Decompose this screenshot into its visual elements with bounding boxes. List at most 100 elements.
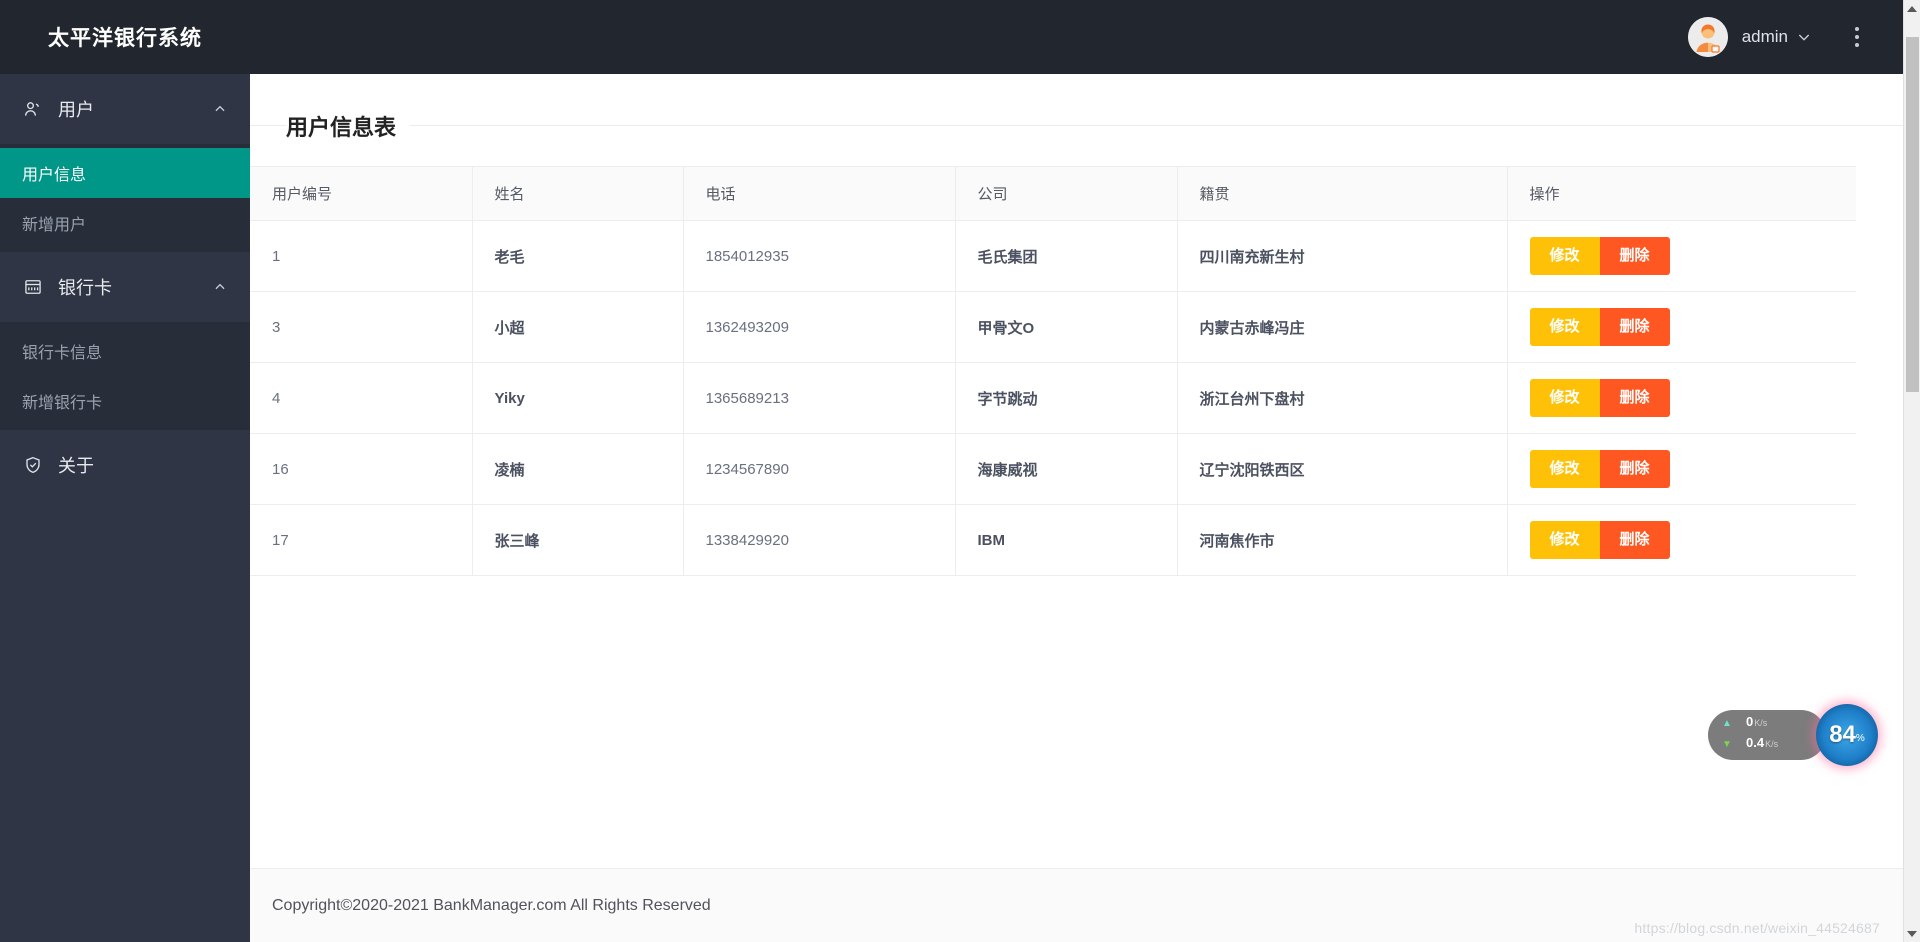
user-table-card: 用户信息表 用户编号 姓名 电话 公司 籍贯 操作 1 老毛 185401293… bbox=[250, 74, 1920, 576]
sidebar-item-user-info[interactable]: 用户信息 bbox=[0, 148, 250, 198]
credit-card-icon bbox=[22, 276, 44, 298]
cell-actions: 修改 删除 bbox=[1507, 291, 1856, 363]
chevron-down-icon[interactable] bbox=[1796, 29, 1812, 45]
sidebar-item-add-user[interactable]: 新增用户 bbox=[0, 198, 250, 248]
table-row: 16 凌楠 1234567890 海康威视 辽宁沈阳铁西区 修改 删除 bbox=[250, 433, 1856, 505]
sidebar-group-users-label: 用户 bbox=[58, 100, 94, 120]
row-action-group: 修改 删除 bbox=[1529, 521, 1670, 559]
arrow-down-icon bbox=[1907, 930, 1917, 937]
user-table: 用户编号 姓名 电话 公司 籍贯 操作 1 老毛 1854012935 毛氏集团… bbox=[250, 166, 1856, 576]
sidebar-subnav-bankcard: 银行卡信息 新增银行卡 bbox=[0, 322, 250, 430]
main-column: admin 用户信息表 用户编号 姓名 电话 公司 籍贯 操作 1 老毛 185… bbox=[250, 0, 1920, 942]
cell-id: 1 bbox=[250, 220, 473, 292]
table-row: 17 张三峰 1338429920 IBM 河南焦作市 修改 删除 bbox=[250, 504, 1856, 576]
edit-button[interactable]: 修改 bbox=[1529, 237, 1600, 275]
cell-name: 凌楠 bbox=[472, 433, 684, 505]
cell-company: 甲骨文O bbox=[955, 291, 1178, 363]
cell-actions: 修改 删除 bbox=[1507, 504, 1856, 576]
cell-origin: 辽宁沈阳铁西区 bbox=[1177, 433, 1508, 505]
delete-button[interactable]: 删除 bbox=[1599, 450, 1670, 488]
row-action-group: 修改 删除 bbox=[1529, 308, 1670, 346]
sidebar-item-add-bankcard-label: 新增银行卡 bbox=[22, 395, 103, 412]
card-title-wrap: 用户信息表 bbox=[250, 74, 1920, 142]
sidebar-item-bankcard-info-label: 银行卡信息 bbox=[22, 345, 103, 362]
delete-button[interactable]: 删除 bbox=[1599, 379, 1670, 417]
column-header-id: 用户编号 bbox=[250, 166, 473, 221]
cell-origin: 河南焦作市 bbox=[1177, 504, 1508, 576]
cell-phone: 1234567890 bbox=[683, 433, 956, 505]
column-header-phone: 电话 bbox=[683, 166, 956, 221]
edit-button[interactable]: 修改 bbox=[1529, 379, 1600, 417]
cell-company: 字节跳动 bbox=[955, 362, 1178, 434]
edit-button[interactable]: 修改 bbox=[1529, 308, 1600, 346]
sidebar-filler bbox=[0, 500, 250, 942]
column-header-name: 姓名 bbox=[472, 166, 684, 221]
arrow-up-icon bbox=[1907, 5, 1917, 12]
column-header-actions: 操作 bbox=[1507, 166, 1856, 221]
chevron-up-icon bbox=[212, 279, 228, 295]
delete-button[interactable]: 删除 bbox=[1599, 237, 1670, 275]
cell-phone: 1854012935 bbox=[683, 220, 956, 292]
cell-actions: 修改 删除 bbox=[1507, 220, 1856, 292]
table-row: 1 老毛 1854012935 毛氏集团 四川南充新生村 修改 删除 bbox=[250, 220, 1856, 292]
table-row: 4 Yiky 1365689213 字节跳动 浙江台州下盘村 修改 删除 bbox=[250, 362, 1856, 434]
sidebar-item-about[interactable]: 关于 bbox=[0, 430, 250, 500]
delete-button[interactable]: 删除 bbox=[1599, 308, 1670, 346]
cell-origin: 内蒙古赤峰冯庄 bbox=[1177, 291, 1508, 363]
delete-button[interactable]: 删除 bbox=[1599, 521, 1670, 559]
sidebar-item-add-user-label: 新增用户 bbox=[22, 217, 87, 234]
cell-company: 海康威视 bbox=[955, 433, 1178, 505]
cell-name: 老毛 bbox=[472, 220, 684, 292]
cell-phone: 1365689213 bbox=[683, 362, 956, 434]
scroll-down-button[interactable] bbox=[1903, 925, 1920, 942]
sidebar: 太平洋银行系统 用户 用户信息 新增用户 银行卡 银行卡信息 新增银行卡 关于 bbox=[0, 0, 250, 942]
cell-id: 16 bbox=[250, 433, 473, 505]
cell-actions: 修改 删除 bbox=[1507, 433, 1856, 505]
shield-check-icon bbox=[22, 454, 44, 476]
edit-button[interactable]: 修改 bbox=[1529, 521, 1600, 559]
app-brand-title: 太平洋银行系统 bbox=[0, 0, 250, 74]
cell-phone: 1362493209 bbox=[683, 291, 956, 363]
cell-origin: 四川南充新生村 bbox=[1177, 220, 1508, 292]
sidebar-item-bankcard-info[interactable]: 银行卡信息 bbox=[0, 326, 250, 376]
avatar[interactable] bbox=[1687, 17, 1728, 57]
scrollbar-track[interactable] bbox=[1904, 17, 1920, 925]
row-action-group: 修改 删除 bbox=[1529, 237, 1670, 275]
table-row: 3 小超 1362493209 甲骨文O 内蒙古赤峰冯庄 修改 删除 bbox=[250, 291, 1856, 363]
user-table-head: 用户编号 姓名 电话 公司 籍贯 操作 bbox=[250, 166, 1856, 221]
column-header-origin: 籍贯 bbox=[1177, 166, 1508, 221]
sidebar-group-bankcard-label: 银行卡 bbox=[58, 278, 112, 298]
cell-company: IBM bbox=[955, 504, 1178, 576]
sidebar-group-users[interactable]: 用户 bbox=[0, 74, 250, 144]
cell-id: 4 bbox=[250, 362, 473, 434]
row-action-group: 修改 删除 bbox=[1529, 379, 1670, 417]
title-divider bbox=[250, 125, 1920, 126]
page-scrollbar[interactable] bbox=[1903, 0, 1920, 942]
content-area: 用户信息表 用户编号 姓名 电话 公司 籍贯 操作 1 老毛 185401293… bbox=[250, 74, 1920, 868]
scrollbar-thumb[interactable] bbox=[1905, 37, 1919, 392]
page-title: 用户信息表 bbox=[286, 110, 411, 142]
user-icon bbox=[22, 98, 44, 120]
sidebar-item-user-info-label: 用户信息 bbox=[22, 167, 87, 184]
edit-button[interactable]: 修改 bbox=[1529, 450, 1600, 488]
cell-actions: 修改 删除 bbox=[1507, 362, 1856, 434]
more-vertical-icon[interactable] bbox=[1846, 24, 1868, 50]
top-bar: admin bbox=[250, 0, 1920, 74]
sidebar-item-add-bankcard[interactable]: 新增银行卡 bbox=[0, 376, 250, 426]
cell-name: 张三峰 bbox=[472, 504, 684, 576]
user-table-body: 1 老毛 1854012935 毛氏集团 四川南充新生村 修改 删除 3 小超 … bbox=[250, 220, 1856, 576]
cell-phone: 1338429920 bbox=[683, 504, 956, 576]
row-action-group: 修改 删除 bbox=[1529, 450, 1670, 488]
sidebar-group-bankcard[interactable]: 银行卡 bbox=[0, 252, 250, 322]
sidebar-item-about-label: 关于 bbox=[58, 456, 94, 476]
scroll-up-button[interactable] bbox=[1903, 0, 1920, 17]
cell-company: 毛氏集团 bbox=[955, 220, 1178, 292]
cell-id: 17 bbox=[250, 504, 473, 576]
cell-id: 3 bbox=[250, 291, 473, 363]
username-label: admin bbox=[1741, 27, 1788, 46]
footer: Copyright©2020-2021 BankManager.com All … bbox=[250, 868, 1920, 942]
cell-name: Yiky bbox=[472, 362, 684, 434]
sidebar-subnav-users: 用户信息 新增用户 bbox=[0, 144, 250, 252]
copyright-text: Copyright©2020-2021 BankManager.com All … bbox=[272, 896, 711, 914]
column-header-company: 公司 bbox=[955, 166, 1178, 221]
